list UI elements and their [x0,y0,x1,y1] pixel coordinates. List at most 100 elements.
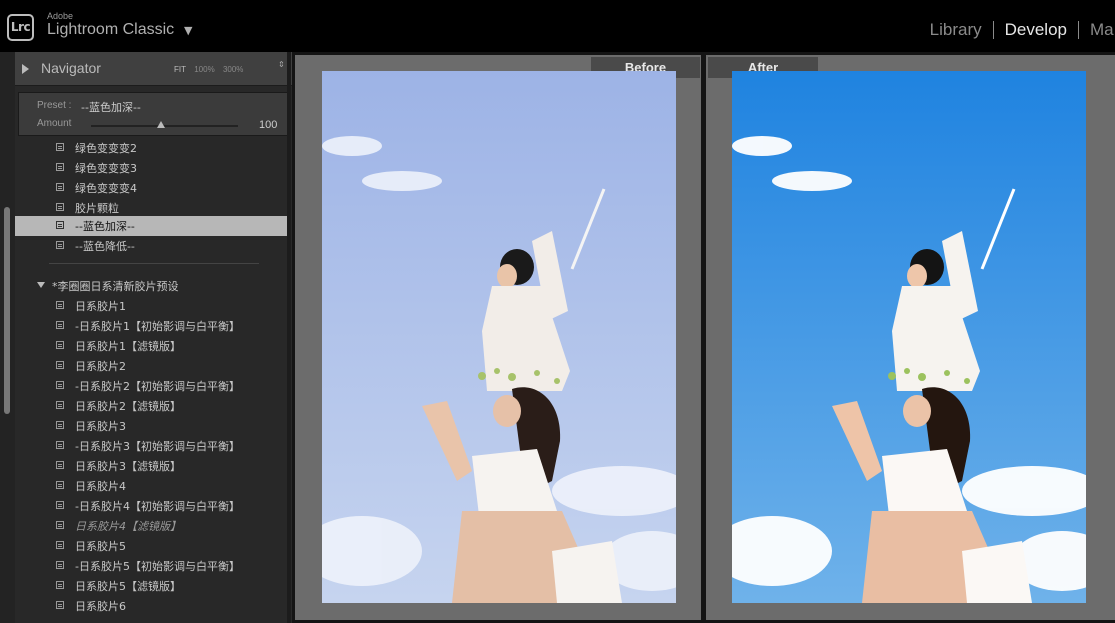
after-photo[interactable] [732,71,1086,603]
preset-item-label: -日系胶片4【初始影调与白平衡】 [75,500,240,513]
preset-icon [56,341,64,349]
preset-item[interactable]: 日系胶片3 [15,416,287,436]
preset-item-label: --蓝色降低-- [75,240,135,253]
module-develop[interactable]: Develop [992,21,1078,39]
preset-group-label: *李圈圈日系清新胶片预设 [52,280,179,293]
preset-item-label: 日系胶片2 [75,360,126,373]
preset-item-label: --蓝色加深-- [75,220,135,233]
preset-amount-box: Preset : --蓝色加深-- Amount 100 [18,92,288,136]
lightroom-logo-icon: Lrc [7,14,34,41]
preset-icon [56,381,64,389]
preset-icon [56,421,64,429]
preset-item-label: -日系胶片2【初始影调与白平衡】 [75,380,240,393]
preset-icon [56,221,64,229]
preset-item-label: -日系胶片1【初始影调与白平衡】 [75,320,240,333]
vendor-name: Adobe [47,11,74,21]
navigator-header[interactable]: Navigator FIT 100% 300% ⇕ [15,52,292,86]
preset-icon [56,501,64,509]
preset-icon [56,481,64,489]
preset-icon [56,561,64,569]
preset-item[interactable]: 绿色变变变3 [15,158,287,178]
preset-icon [56,581,64,589]
preset-item-label: 绿色变变变2 [75,142,137,155]
preset-item[interactable]: -日系胶片4【初始影调与白平衡】 [15,496,287,516]
preset-item-label: 日系胶片6 [75,600,126,613]
before-photo[interactable] [322,71,676,603]
preset-value: --蓝色加深-- [81,101,141,114]
preset-item[interactable]: -日系胶片2【初始影调与白平衡】 [15,376,287,396]
preset-label: Preset : [37,100,72,111]
preset-icon [56,241,64,249]
preset-item[interactable]: -日系胶片3【初始影调与白平衡】 [15,436,287,456]
preset-icon [56,461,64,469]
preset-item-label: 绿色变变变4 [75,182,137,195]
preset-group-header[interactable]: *李圈圈日系清新胶片预设 [15,276,287,296]
collapse-triangle-icon[interactable] [37,282,45,288]
preset-item-label: -日系胶片3【初始影调与白平衡】 [75,440,240,453]
amount-slider-thumb[interactable] [157,121,165,128]
preset-item[interactable]: 日系胶片1 [15,296,287,316]
preset-icon [56,441,64,449]
zoom-100[interactable]: 100% [194,65,214,74]
preset-item[interactable]: 日系胶片4【滤镜版】 [15,516,287,536]
preset-icon [56,203,64,211]
zoom-300[interactable]: 300% [223,65,243,74]
preset-item[interactable]: 胶片颗粒 [15,198,287,218]
identity-menu-caret-icon[interactable]: ▼ [184,24,192,37]
expand-triangle-icon[interactable] [22,64,29,74]
preset-item[interactable]: 绿色变变变2 [15,138,287,158]
preset-icon [56,521,64,529]
preset-item[interactable]: -日系胶片5【初始影调与白平衡】 [15,556,287,576]
preset-item[interactable]: 日系胶片2 [15,356,287,376]
preset-item[interactable]: 绿色变变变4 [15,178,287,198]
preset-item-label: 日系胶片4 [75,480,126,493]
preset-item-label: 日系胶片1 [75,300,126,313]
before-photo-image [322,71,676,603]
before-pane: Before [295,55,701,620]
before-after-compare-view: Before After [292,52,1115,623]
app-name[interactable]: Lightroom Classic [47,21,174,39]
left-panel: Navigator FIT 100% 300% ⇕ Preset : --蓝色加… [15,52,292,623]
preset-item-label: 日系胶片5 [75,540,126,553]
preset-icon [56,143,64,151]
amount-value[interactable]: 100 [259,119,277,131]
preset-icon [56,321,64,329]
preset-item[interactable]: 日系胶片4 [15,476,287,496]
preset-icon [56,401,64,409]
zoom-fit[interactable]: FIT [174,65,186,74]
preset-item-label: 日系胶片1【滤镜版】 [75,340,181,353]
preset-icon [56,541,64,549]
preset-icon [56,601,64,609]
preset-icon [56,301,64,309]
preset-item-label: 胶片颗粒 [75,202,119,215]
amount-label: Amount [37,118,72,129]
module-picker: Library Develop Ma [919,19,1115,41]
preset-icon [56,163,64,171]
preset-item-label: -日系胶片5【初始影调与白平衡】 [75,560,240,573]
preset-item[interactable]: 日系胶片5 [15,536,287,556]
preset-item[interactable]: 日系胶片5【滤镜版】 [15,576,287,596]
preset-item[interactable]: 日系胶片2【滤镜版】 [15,396,287,416]
zoom-stepper-icon[interactable]: ⇕ [278,61,285,69]
preset-item[interactable]: 日系胶片1【滤镜版】 [15,336,287,356]
preset-item[interactable]: 日系胶片3【滤镜版】 [15,456,287,476]
left-panel-edge [0,52,15,623]
preset-item[interactable]: --蓝色降低-- [15,236,287,256]
preset-icon [56,361,64,369]
top-bar: Lrc Adobe Lightroom Classic ▼ Library De… [0,0,1115,52]
preset-item[interactable]: -日系胶片1【初始影调与白平衡】 [15,316,287,336]
preset-item-label: 日系胶片4【滤镜版】 [75,520,181,533]
navigator-zoom-options: FIT 100% 300% [174,65,249,74]
preset-icon [56,183,64,191]
preset-item[interactable]: 日系胶片6 [15,596,287,616]
navigator-title: Navigator [41,60,101,76]
after-photo-image [732,71,1086,603]
left-panel-scrollbar[interactable] [4,207,10,414]
preset-item-label: 日系胶片5【滤镜版】 [75,580,181,593]
preset-item-label: 日系胶片3 [75,420,126,433]
module-library[interactable]: Library [919,21,993,39]
preset-item-selected[interactable]: --蓝色加深-- [15,216,287,236]
module-map[interactable]: Ma [1078,21,1115,39]
panel-separator [287,52,291,623]
preset-item-label: 绿色变变变3 [75,162,137,175]
